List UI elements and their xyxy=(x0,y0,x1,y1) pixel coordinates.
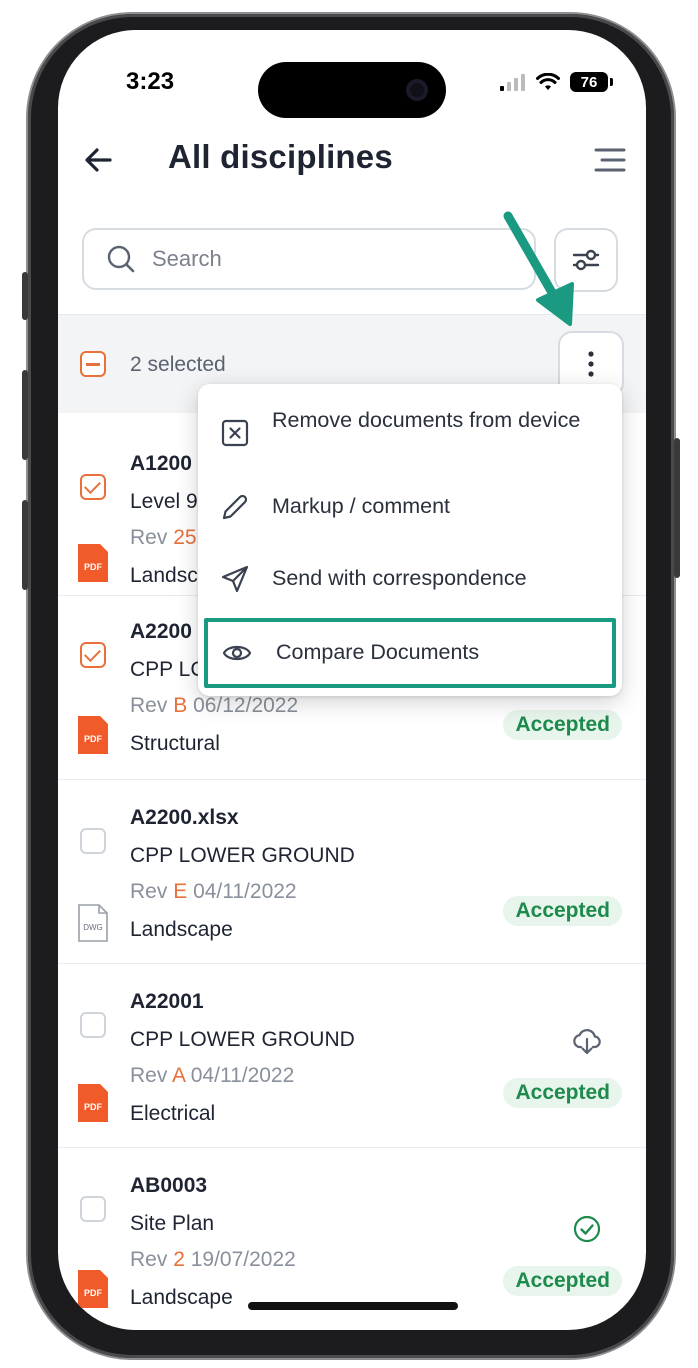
list-item[interactable]: DWG A2200.xlsx CPP LOWER GROUND Rev E 04… xyxy=(58,780,646,964)
remove-square-icon xyxy=(221,419,249,447)
dynamic-island xyxy=(258,62,446,118)
status-badge: Accepted xyxy=(503,710,622,740)
menu-item-markup[interactable]: Markup / comment xyxy=(198,488,622,538)
document-discipline: Landsc xyxy=(130,564,198,587)
search-box xyxy=(82,228,536,290)
row-checkbox[interactable] xyxy=(80,474,106,500)
wifi-icon xyxy=(536,73,560,90)
send-icon xyxy=(221,565,249,593)
dwg-file-icon: DWG xyxy=(78,904,108,942)
phone-button xyxy=(22,272,28,320)
pdf-file-icon: PDF xyxy=(78,544,108,582)
pdf-file-icon: PDF xyxy=(78,716,108,754)
status-time: 3:23 xyxy=(126,68,175,95)
svg-text:PDF: PDF xyxy=(84,1102,103,1112)
status-icons: 76 xyxy=(500,72,613,92)
svg-text:PDF: PDF xyxy=(84,1288,103,1298)
status-badge: Accepted xyxy=(503,1078,622,1108)
search-input[interactable] xyxy=(150,245,514,273)
menu-item-remove-documents[interactable]: Remove documents from device xyxy=(198,404,622,466)
document-revision: Rev 25 xyxy=(130,526,197,549)
phone-button xyxy=(22,370,28,460)
document-revision: Rev E 04/11/2022 xyxy=(130,880,297,903)
document-description: Level 9 xyxy=(130,490,198,513)
document-name: A22001 xyxy=(130,990,204,1013)
document-revision: Rev B 06/12/2022 xyxy=(130,694,299,717)
document-discipline: Structural xyxy=(130,732,220,755)
phone-button xyxy=(674,438,680,578)
filter-button[interactable] xyxy=(554,228,618,292)
menu-item-label: Remove documents from device xyxy=(272,408,581,432)
menu-item-label: Compare Documents xyxy=(276,640,480,664)
document-name: A2200.xlsx xyxy=(130,806,239,829)
row-checkbox[interactable] xyxy=(80,1012,106,1038)
page-title: All disciplines xyxy=(168,138,393,175)
selected-count: 2 selected xyxy=(130,353,226,376)
check-circle-icon xyxy=(573,1215,601,1243)
menu-item-label: Send with correspondence xyxy=(272,566,527,590)
signal-icon xyxy=(500,74,525,91)
document-name: A2200 xyxy=(130,620,192,643)
document-revision: Rev 2 19/07/2022 xyxy=(130,1248,296,1271)
document-revision: Rev A 04/11/2022 xyxy=(130,1064,295,1087)
document-description: CPP LOWER GROUND xyxy=(130,844,355,867)
home-indicator xyxy=(248,1302,458,1310)
back-arrow-icon[interactable] xyxy=(80,140,120,180)
app-screen: 3:23 76 All disciplines Search 2 selecte… xyxy=(58,30,646,1330)
search-icon xyxy=(107,245,135,273)
svg-text:PDF: PDF xyxy=(84,734,103,744)
battery-icon: 76 xyxy=(570,72,613,92)
list-item[interactable]: PDF A22001 CPP LOWER GROUND Rev A 04/11/… xyxy=(58,964,646,1148)
row-checkbox[interactable] xyxy=(80,1196,106,1222)
phone-button xyxy=(22,500,28,590)
document-name: A1200 xyxy=(130,452,192,475)
document-discipline: Electrical xyxy=(130,1102,216,1125)
document-discipline: Landscape xyxy=(130,918,233,941)
pdf-file-icon: PDF xyxy=(78,1270,108,1308)
status-badge: Accepted xyxy=(503,1266,622,1296)
app-header: All disciplines xyxy=(58,130,646,190)
document-description: CPP LC xyxy=(130,658,206,681)
context-menu: Remove documents from device Markup / co… xyxy=(198,384,622,696)
document-description: Site Plan xyxy=(130,1212,215,1235)
menu-item-send-correspondence[interactable]: Send with correspondence xyxy=(198,560,622,610)
menu-item-label: Markup / comment xyxy=(272,494,451,518)
document-discipline: Landscape xyxy=(130,1286,233,1309)
svg-text:DWG: DWG xyxy=(83,923,103,932)
svg-text:PDF: PDF xyxy=(84,562,103,572)
row-checkbox[interactable] xyxy=(80,828,106,854)
menu-item-compare-documents[interactable]: Compare Documents xyxy=(198,632,622,684)
select-all-checkbox[interactable] xyxy=(80,351,106,377)
cloud-download-icon[interactable] xyxy=(572,1026,602,1056)
row-checkbox[interactable] xyxy=(80,642,106,668)
sliders-icon xyxy=(572,249,600,271)
document-name: AB0003 xyxy=(130,1174,208,1197)
vertical-dots-icon xyxy=(588,351,594,377)
document-description: CPP LOWER GROUND xyxy=(130,1028,355,1051)
pdf-file-icon: PDF xyxy=(78,1084,108,1122)
pencil-icon xyxy=(222,494,248,520)
status-badge: Accepted xyxy=(503,896,622,926)
eye-icon xyxy=(222,645,252,661)
hamburger-menu-icon[interactable] xyxy=(592,142,628,178)
